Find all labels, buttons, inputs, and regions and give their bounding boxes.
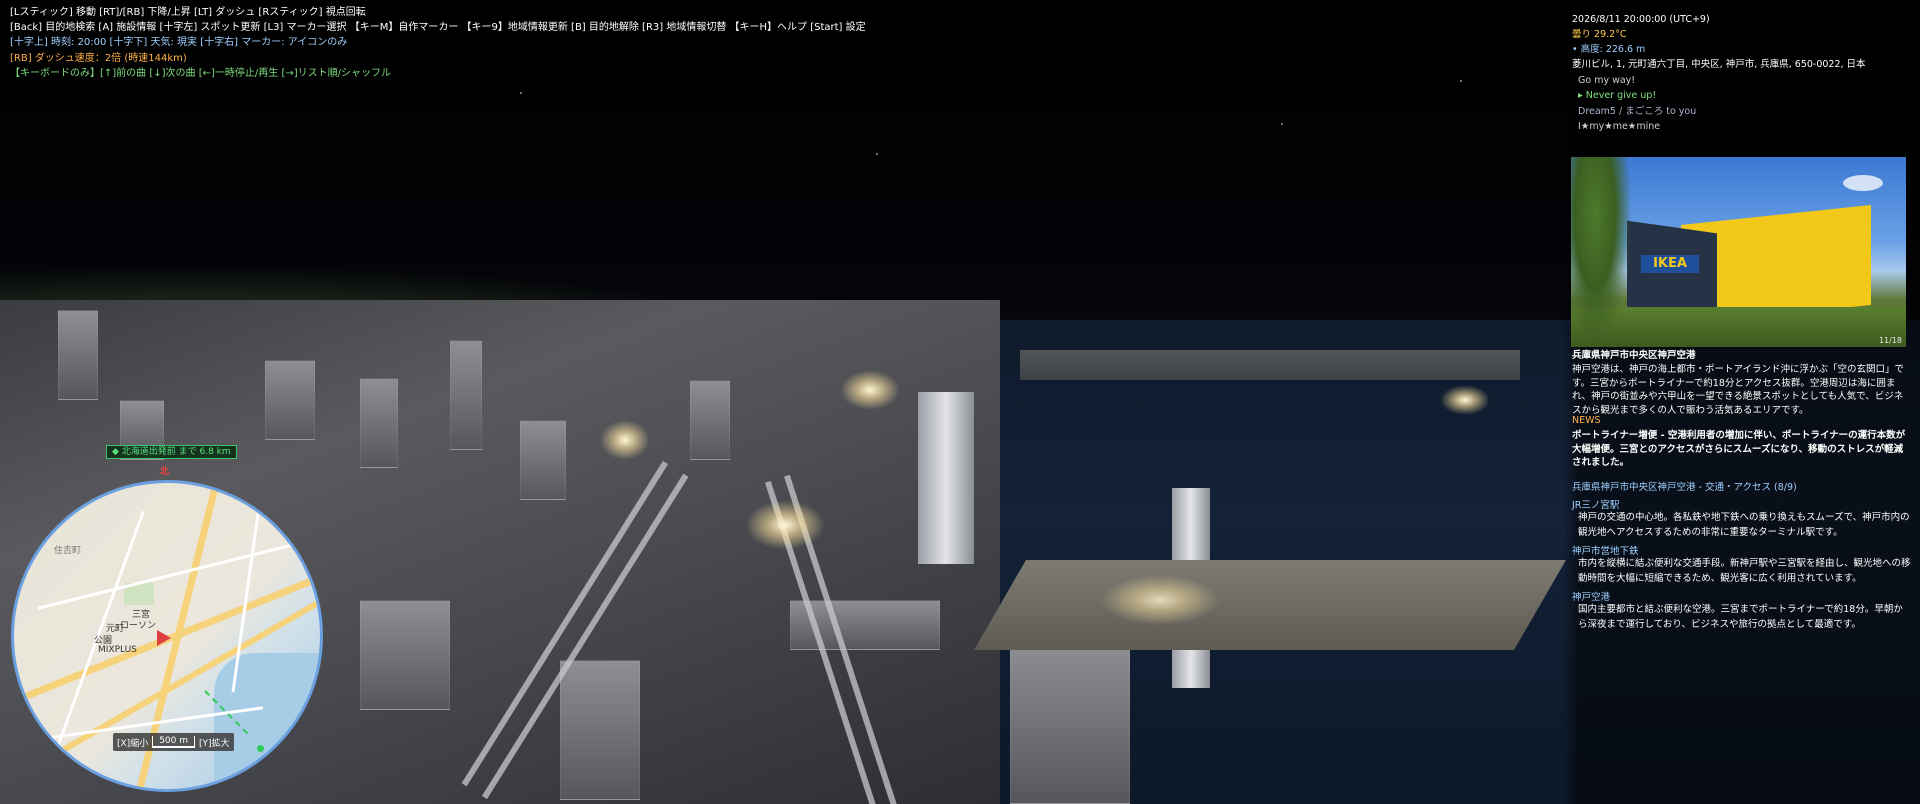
- building: [58, 310, 98, 400]
- building: [265, 360, 315, 440]
- area-title: 兵庫県神戸市中央区神戸空港: [1572, 350, 1696, 361]
- controls-line-movement: [Lスティック] 移動 [RT]/[RB] 下降/上昇 [LT] ダッシュ [R…: [10, 7, 366, 18]
- map-label: ローソン: [120, 621, 157, 631]
- light-glow: [600, 420, 650, 460]
- map-label: MIXPLUS: [98, 645, 137, 655]
- access-item-desc: 神戸の交通の中心地。各私鉄や地下鉄への乗り換えもスムーズで、神戸市内の観光地へア…: [1578, 512, 1910, 538]
- building: [360, 378, 398, 468]
- access-item-desc: 国内主要都市と結ぶ便利な空港。三宮までポートライナーで約18分。早朝から深夜まで…: [1578, 604, 1903, 630]
- map-label: 住吉町: [54, 546, 82, 556]
- player-position-icon: [157, 630, 171, 646]
- area-description: 神戸空港は、神戸の海上都市・ポートアイランド沖に浮かぶ「空の玄関口」です。三宮か…: [1572, 364, 1905, 416]
- zoom-in-button[interactable]: [Y]拡大: [199, 736, 230, 749]
- dash-speed-indicator: [RB] ダッシュ速度：2倍 (時速144km): [10, 53, 187, 64]
- controls-line-music: 【キーボードのみ】[↑]前の曲 [↓]次の曲 [←]一時停止/再生 [→]リスト…: [10, 68, 392, 79]
- port-island: [1020, 350, 1520, 380]
- building: [1010, 640, 1130, 804]
- star: [876, 153, 878, 155]
- zoom-out-button[interactable]: [X]縮小: [117, 736, 148, 749]
- access-item-name: JR三ノ宮駅: [1572, 500, 1620, 511]
- playlist-item[interactable]: I★my★me★mine: [1578, 120, 1660, 133]
- north-indicator: 北: [160, 467, 170, 477]
- building: [690, 380, 730, 460]
- datetime: 2026/8/11 20:00:00 (UTC+9): [1572, 14, 1710, 25]
- minimap-zoom-controls: [X]縮小 500 m [Y]拡大: [113, 733, 234, 751]
- weather-readout: 曇り 29.2°C: [1572, 29, 1627, 40]
- access-item-name: 神戸空港: [1572, 592, 1611, 603]
- playlist-item-current[interactable]: ▸ Never give up!: [1578, 89, 1656, 102]
- access-heading: 兵庫県神戸市中央区神戸空港 - 交通・アクセス (8/9): [1572, 482, 1797, 493]
- access-item-desc: 市内を縦横に結ぶ便利な交通手段。新神戸駅や三宮駅を経由し、観光地への移動時間を大…: [1578, 558, 1911, 584]
- spot-photo: IKEA 11/18: [1571, 157, 1906, 347]
- building: [360, 600, 450, 710]
- tree: [1571, 157, 1631, 347]
- destination-marker: [257, 745, 264, 752]
- building: [450, 340, 482, 450]
- star: [520, 92, 522, 94]
- destination-distance-tag: ◆ 北海道出発前 まで 6.8 km: [106, 445, 237, 459]
- map-scale: 500 m: [152, 736, 196, 748]
- controls-line-actions: [Back] 目的地検索 [A] 施設情報 [十字左] スポット更新 [L3] …: [10, 22, 866, 33]
- light-glow: [745, 500, 825, 550]
- access-item-name: 神戸市営地下鉄: [1572, 546, 1639, 557]
- current-address: 菱川ビル, 1, 元町通六丁目, 中央区, 神戸市, 兵庫県, 650-0022…: [1572, 59, 1866, 70]
- playlist-item[interactable]: Dream5 / まごころ to you: [1578, 105, 1696, 118]
- news-body: ポートライナー増便 - 空港利用者の増加に伴い、ポートライナーの運行本数が大幅増…: [1572, 430, 1906, 468]
- cloud: [1843, 175, 1883, 191]
- star: [1460, 80, 1462, 82]
- altitude-readout: • 高度: 226.6 m: [1572, 44, 1646, 55]
- info-panel: 2026/8/11 20:00:00 (UTC+9) 曇り 29.2°C • 高…: [1564, 0, 1920, 804]
- museum-glow: [1100, 575, 1220, 625]
- building: [560, 660, 640, 800]
- map-water: [214, 653, 320, 789]
- light-glow: [840, 370, 900, 410]
- harborland-pier: [974, 560, 1566, 650]
- star: [1281, 123, 1283, 125]
- playlist-item[interactable]: Go my way!: [1578, 74, 1635, 87]
- photo-index: 11/18: [1878, 336, 1902, 345]
- store-sign: IKEA: [1641, 255, 1699, 273]
- port-tower-hotel: [918, 392, 974, 564]
- building: [520, 420, 566, 500]
- news-label: NEWS: [1572, 415, 1601, 426]
- controls-line-time-weather: [十字上] 時刻: 20:00 [十字下] 天気: 現実 [十字右] マーカー:…: [10, 37, 348, 48]
- light-glow: [1440, 385, 1490, 415]
